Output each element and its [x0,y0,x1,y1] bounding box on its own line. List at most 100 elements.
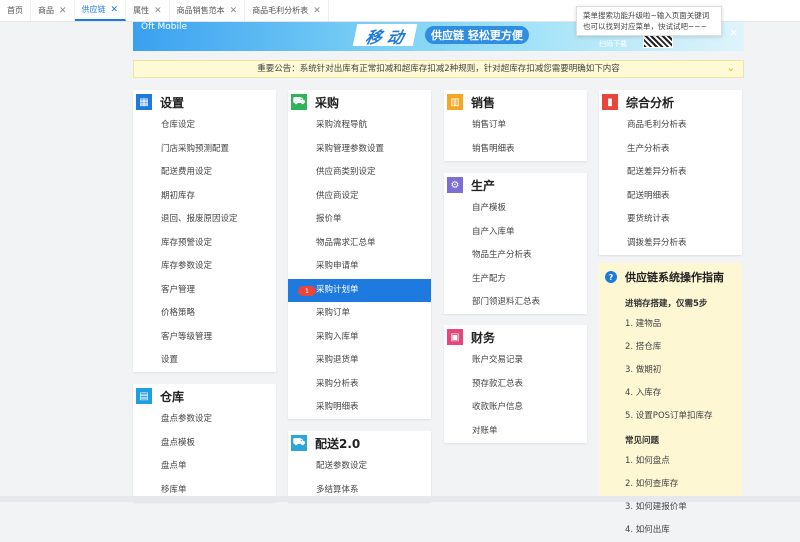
guide-step[interactable]: 4. 入库存 [599,382,742,405]
banner-logo: Oft Mobile [141,22,188,32]
menu-item[interactable]: 配送明细表 [599,185,742,209]
menu-item[interactable]: 配送差异分析表 [599,161,742,185]
question-icon: ? [605,271,617,283]
calculator-icon: ▤ [136,388,152,404]
menu-item-label: 门店采购预测配置 [161,143,230,154]
production-card-title: 生产 [471,178,496,193]
notice-text: 重要公告：系统针对出库有正常扣减和超库存扣减2种规则，针对超库存扣减您需要明确如… [257,64,620,74]
menu-item[interactable]: 收款账户信息 [444,396,587,420]
menu-item[interactable]: 采购分析表 [288,373,431,397]
guide-step[interactable]: 3. 做期初 [599,359,742,382]
tab-1[interactable]: 商品 ✕ [31,0,75,21]
menu-item[interactable]: 采购流程导航 [288,114,431,138]
menu-item[interactable]: 盘点模板 [133,432,276,456]
menu-item[interactable]: 门店采购预测配置 [133,138,276,162]
close-icon[interactable]: ✕ [154,6,162,16]
menu-item[interactable]: 盘点单 [133,455,276,479]
menu-item-label: 供应商设定 [316,190,359,201]
menu-item[interactable]: 生产配方 [444,268,587,292]
menu-item[interactable]: 生产分析表 [599,138,742,162]
menu-item[interactable]: 采购退货单 [288,349,431,373]
guide-step[interactable]: 5. 设置POS订单扣库存 [599,405,742,428]
menu-item[interactable]: 销售明细表 [444,138,587,162]
menu-item[interactable]: 自产模板 [444,197,587,221]
banner-slogan: 供应链 轻松更方便 [425,26,529,44]
chevron-down-icon[interactable]: ⌄ [727,61,735,77]
guide-step[interactable]: 1. 建物品 [599,313,742,336]
menu-item[interactable]: 采购入库单 [288,326,431,350]
menu-item[interactable]: 调拨差异分析表 [599,232,742,256]
menu-item-label: 采购管理参数设置 [316,143,385,154]
guide-faq-link[interactable]: 4. 如何出库 [599,519,742,542]
close-icon[interactable]: ✕ [313,6,321,16]
menu-item-label: 物品需求汇总单 [316,237,376,248]
menu-item[interactable]: 采购订单 [288,302,431,326]
tab-2[interactable]: 供应链 ✕ [74,0,127,21]
menu-item[interactable]: 盘点参数设定 [133,408,276,432]
tab-4[interactable]: 商品销售范本 ✕ [170,0,246,21]
finance-card-title: 财务 [471,330,496,345]
menu-item[interactable]: 物品需求汇总单 [288,232,431,256]
close-icon[interactable]: ✕ [230,6,238,16]
menu-item[interactable]: 报价单 [288,208,431,232]
menu-item[interactable]: 对账单 [444,420,587,444]
finance-card-header: ▣ 财务 [444,325,587,349]
sales-card-title: 销售 [471,95,496,110]
tab-0[interactable]: 首页 [0,0,31,21]
close-icon[interactable]: ✕ [111,5,119,15]
menu-item-label: 配送参数设定 [316,461,368,471]
analysis-card: ▮ 综合分析 商品毛利分析表 生产分析表 配送差异分析表 配送明细表 要货统计表 调拨差异分析… [599,90,742,255]
tab-label: 商品 [38,6,54,15]
menu-item[interactable]: 预存款汇总表 [444,373,587,397]
menu-item[interactable]: 账户交易记录 [444,349,587,373]
guide-faq-link[interactable]: 2. 如何查库存 [599,473,742,496]
menu-item[interactable]: 配送参数设定 [288,455,431,479]
production-card: ⚙ 生产 自产模板 自产入库单 物品生产分析表 生产配方 部门领退料汇总表 [444,173,587,314]
menu-item-label: 配送明细表 [627,190,670,201]
guide-step[interactable]: 2. 搭仓库 [599,336,742,359]
menu-item[interactable]: 供应商类别设定 [288,161,431,185]
menu-item[interactable]: 自产入库单 [444,221,587,245]
sales-card-header: ▥ 销售 [444,90,587,114]
menu-item-label: 盘点参数设定 [161,414,213,424]
guide-faq-link[interactable]: 1. 如何盘点 [599,450,742,473]
menu-item[interactable]: 配送费用设定 [133,161,276,185]
menu-item[interactable]: 采购管理参数设置 [288,138,431,162]
banner-mobile-text: 移 动 [352,24,418,47]
menu-item-label: 自产模板 [472,203,507,213]
menu-item[interactable]: 价格策略 [133,302,276,326]
menu-item-label: 调拨差异分析表 [627,237,687,248]
menu-item[interactable]: 供应商设定 [288,185,431,209]
banner-close-icon[interactable]: ✕ [730,28,738,39]
menu-item[interactable]: 退回、报废原因设定 [133,208,276,232]
menu-item[interactable]: 期初库存 [133,185,276,209]
menu-item[interactable]: 仓库设定 [133,114,276,138]
menu-item[interactable]: 销售订单 [444,114,587,138]
menu-item-label: 采购退货单 [316,355,359,365]
menu-item[interactable]: 采购明细表 [288,396,431,420]
tab-5[interactable]: 商品毛利分析表 ✕ [245,0,329,21]
menu-item[interactable]: 库存参数设定 [133,255,276,279]
menu-item[interactable]: 客户管理 [133,279,276,303]
menu-item-label: 账户交易记录 [472,355,524,365]
menu-item[interactable]: 客户等级管理 [133,326,276,350]
tab-label: 供应链 [81,5,106,14]
menu-item[interactable]: 要货统计表 [599,208,742,232]
guide-title: 供应链系统操作指南 [625,271,724,284]
guide-section-steps: 进销存搭建，仅需5步 [625,299,708,309]
notice-bar[interactable]: 重要公告：系统针对出库有正常扣减和超库存扣减2种规则，针对超库存扣减您需要明确如… [133,60,744,78]
menu-item[interactable]: 库存预警设定 [133,232,276,256]
close-icon[interactable]: ✕ [59,6,67,16]
menu-item-label: 盘点模板 [161,437,196,448]
menu-item[interactable]: 部门领退料汇总表 [444,291,587,315]
purchase-card-header: ⛟ 采购 [288,90,431,114]
menu-item[interactable]: 设置 [133,349,276,373]
menu-item[interactable]: 1 采购计划单 [288,278,431,302]
menu-item[interactable]: 商品毛利分析表 [599,114,742,138]
menu-item[interactable]: 采购申请单 [288,255,431,279]
tab-label: 商品销售范本 [176,6,225,15]
menu-item[interactable]: 物品生产分析表 [444,244,587,268]
menu-item-label: 多结算体系 [316,484,359,495]
clipboard-icon: ▥ [447,94,463,110]
tab-3[interactable]: 属性 ✕ [126,0,170,21]
